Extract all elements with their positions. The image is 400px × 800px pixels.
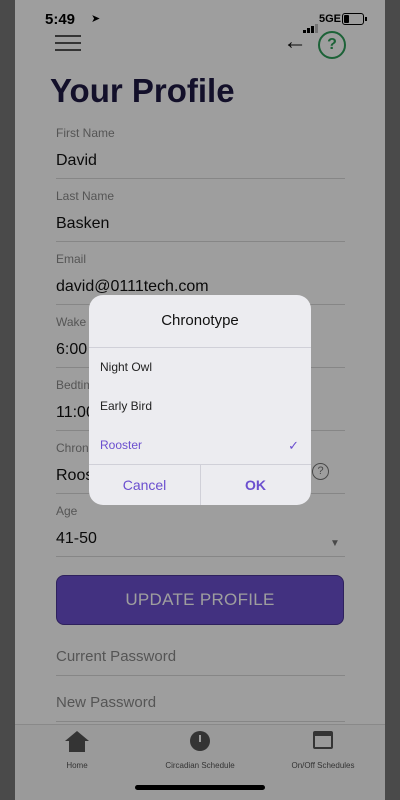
home-indicator: [135, 785, 265, 790]
checkmark-icon: ✓: [288, 438, 299, 453]
option-night-owl[interactable]: Night Owl: [89, 348, 311, 387]
cancel-button[interactable]: Cancel: [89, 465, 201, 505]
chronotype-dialog: Chronotype Night Owl Early Bird Rooster …: [89, 295, 311, 505]
ok-button[interactable]: OK: [200, 465, 311, 505]
option-rooster[interactable]: Rooster ✓: [89, 426, 311, 465]
dialog-buttons: Cancel OK: [89, 464, 311, 505]
option-rooster-label: Rooster: [100, 438, 143, 452]
dialog-title: Chronotype: [89, 295, 311, 348]
phone-screen: 5:49 ➤ 5GE ← ? Your Profile First Name D…: [15, 0, 385, 800]
option-early-bird[interactable]: Early Bird: [89, 387, 311, 426]
